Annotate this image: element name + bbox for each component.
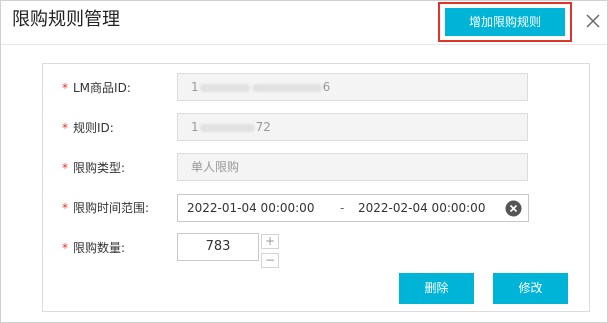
clear-icon[interactable] <box>505 200 522 217</box>
quantity-input[interactable]: 783 <box>177 233 259 261</box>
quantity-increment-button[interactable]: + <box>261 234 279 249</box>
add-rule-button[interactable]: 增加限购规则 <box>445 8 565 36</box>
rule-management-dialog: 限购规则管理 增加限购规则 * LM商品ID: 16 * 规则ID: 1 72 * 限购… <box>0 0 608 323</box>
redacted-mask <box>251 83 322 92</box>
time-range-end[interactable]: 2022-02-04 00:00:00 <box>358 201 485 215</box>
dialog-title: 限购规则管理 <box>12 9 120 30</box>
lm-product-id-label: * LM商品ID: <box>62 78 131 98</box>
rule-id-label: * 规则ID: <box>62 118 114 138</box>
rule-id-value-start: 1 <box>191 120 199 134</box>
add-rule-highlight: 增加限购规则 <box>438 2 572 42</box>
required-mark: * <box>62 121 68 135</box>
quantity-label: * 限购数量: <box>62 238 125 258</box>
quantity-decrement-button[interactable]: − <box>261 253 279 268</box>
redacted-mask <box>199 123 255 132</box>
time-range-separator: - <box>340 201 345 215</box>
lm-product-id-value-end: 6 <box>322 80 331 94</box>
rule-id-field: 1 72 <box>177 113 528 141</box>
limit-type-field: 单人限购 <box>177 153 528 181</box>
quantity-label-text: 限购数量: <box>73 241 126 255</box>
modify-button[interactable]: 修改 <box>493 273 568 304</box>
lm-product-id-value-start: 1 <box>191 80 199 94</box>
dialog-header: 限购规则管理 增加限购规则 <box>1 1 607 45</box>
required-mark: * <box>62 201 68 215</box>
lm-product-id-field: 16 <box>177 73 528 101</box>
limit-type-label-text: 限购类型: <box>73 161 126 175</box>
time-range-picker[interactable]: 2022-01-04 00:00:00 - 2022-02-04 00:00:0… <box>177 194 529 222</box>
time-range-start[interactable]: 2022-01-04 00:00:00 <box>187 201 314 215</box>
delete-button[interactable]: 删除 <box>399 273 474 304</box>
redacted-mask <box>199 83 250 92</box>
lm-product-id-label-text: LM商品ID: <box>73 81 131 95</box>
required-mark: * <box>62 241 68 255</box>
required-mark: * <box>62 161 68 175</box>
required-mark: * <box>62 81 68 95</box>
close-icon[interactable] <box>581 9 605 33</box>
time-range-label-text: 限购时间范围: <box>73 201 150 215</box>
rule-id-label-text: 规则ID: <box>73 121 114 135</box>
time-range-label: * 限购时间范围: <box>62 198 149 218</box>
rule-id-value-end: 72 <box>255 120 271 134</box>
limit-type-label: * 限购类型: <box>62 158 125 178</box>
